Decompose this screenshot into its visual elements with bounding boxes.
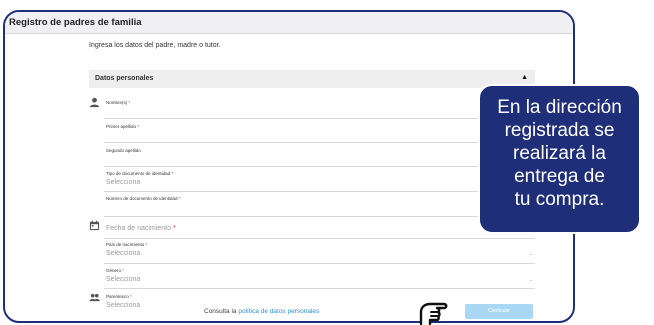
consult-text: Consulta la <box>204 308 237 315</box>
section-title: Datos personales <box>95 75 154 82</box>
tipo-documento-value: Selecciona <box>106 179 141 186</box>
required-mark: * <box>137 124 140 129</box>
segundo-apellido-field[interactable]: Segundo apellido <box>104 143 535 167</box>
tipo-documento-select[interactable]: Tipo de documento de identidad * Selecci… <box>104 167 535 192</box>
calendar-icon <box>89 220 100 231</box>
genero-label: Género <box>106 268 122 273</box>
overlay-line: realizará la <box>513 143 606 164</box>
required-mark: * <box>145 242 148 247</box>
pais-nacimiento-label: País de nacimiento <box>106 242 145 247</box>
required-mark: * <box>122 268 125 273</box>
fecha-nacimiento-field[interactable]: Fecha de nacimiento * <box>104 217 535 239</box>
overlay-line: tu compra. <box>514 189 605 210</box>
fecha-nacimiento-label: Fecha de nacimiento <box>106 225 171 232</box>
genero-select[interactable]: Género * Selecciona ⌄ <box>104 264 535 289</box>
primer-apellido-label: Primer apellido <box>106 124 137 129</box>
nombres-label: Nombre(s) <box>106 100 128 105</box>
pointing-hand-icon <box>419 302 448 325</box>
pais-nacimiento-select[interactable]: País de nacimiento * Selecciona ⌄ <box>104 239 535 264</box>
tipo-documento-label: Tipo de documento de identidad <box>106 171 171 176</box>
continue-button[interactable]: Continuar <box>465 304 533 319</box>
parentesco-label: Parentesco <box>106 294 129 299</box>
required-mark: * <box>172 225 176 232</box>
required-mark: * <box>178 196 181 201</box>
section-personal-data[interactable]: Datos personales ▲ <box>89 70 535 88</box>
modal-header: Registro de padres de familia <box>5 12 573 34</box>
person-icon <box>89 97 100 108</box>
pais-nacimiento-value: Selecciona <box>106 250 141 257</box>
intro-text: Ingresa los datos del padre, madre o tut… <box>89 42 221 49</box>
chevron-down-icon: ⌄ <box>528 277 533 283</box>
collapse-caret-icon[interactable]: ▲ <box>521 74 528 81</box>
overlay-line: En la dirección <box>497 97 622 118</box>
delivery-notice-overlay: En la dirección registrada se realizará … <box>478 84 641 234</box>
genero-value: Selecciona <box>106 276 141 283</box>
page: Registro de padres de familia Ingresa lo… <box>0 0 654 325</box>
primer-apellido-field[interactable]: Primer apellido * <box>104 119 535 143</box>
required-mark: * <box>130 294 132 299</box>
modal-title: Registro de padres de familia <box>9 17 142 28</box>
required-mark: * <box>128 100 131 105</box>
numero-documento-field[interactable]: Número de documento de identidad * <box>104 192 535 217</box>
privacy-policy-link[interactable]: política de datos personales <box>238 308 319 315</box>
nombres-field[interactable]: Nombre(s) * <box>104 95 535 119</box>
numero-documento-label: Número de documento de identidad <box>106 196 178 201</box>
chevron-down-icon: ⌄ <box>528 251 533 257</box>
overlay-line: registrada se <box>504 120 615 141</box>
required-mark: * <box>171 171 174 176</box>
overlay-line: entrega de <box>514 166 605 187</box>
segundo-apellido-label: Segundo apellido <box>106 148 141 153</box>
group-icon <box>89 293 100 302</box>
parentesco-value: Selecciona <box>106 302 141 309</box>
privacy-footer: Consulta la política de datos personales <box>204 308 319 315</box>
